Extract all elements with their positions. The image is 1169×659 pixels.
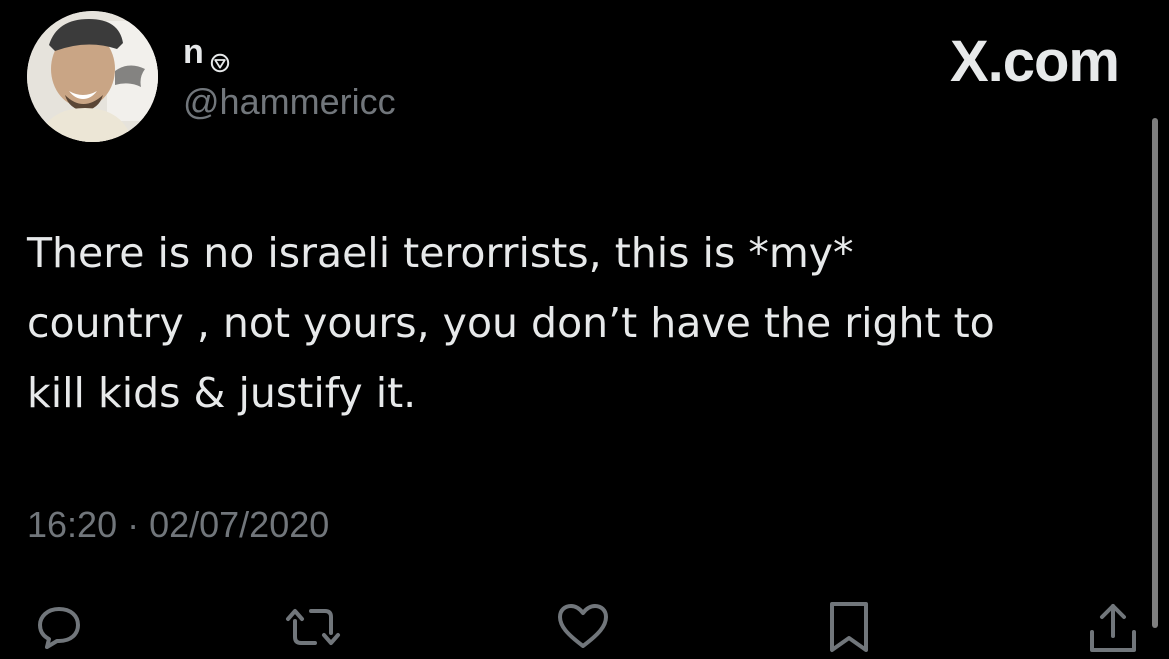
share-button[interactable] <box>1085 598 1141 656</box>
repost-button[interactable] <box>285 598 341 656</box>
tweet-date: 02/07/2020 <box>149 504 330 545</box>
brand-logo-text: X.com <box>949 29 1120 94</box>
scrollbar[interactable] <box>1152 118 1158 628</box>
display-name-text: n <box>183 33 204 71</box>
repost-icon <box>286 609 340 645</box>
tweet-time: 16:20 <box>27 504 118 545</box>
tweet-line: kill kids & justify it. <box>27 369 417 417</box>
triangle-circle-icon <box>210 42 230 73</box>
display-name[interactable]: n <box>183 32 230 73</box>
reply-icon <box>38 607 80 649</box>
bookmark-icon <box>830 602 868 652</box>
heart-icon <box>558 604 608 648</box>
share-icon <box>1090 604 1136 652</box>
tweet-action-bar <box>0 598 1169 656</box>
tweet-timestamp[interactable]: 16:20 · 02/07/2020 <box>27 502 329 548</box>
tweet-line: There is no israeli terorrists, this is … <box>27 229 854 277</box>
tweet-line: country , not yours, you don’t have the … <box>27 299 995 347</box>
bookmark-button[interactable] <box>821 598 877 656</box>
avatar-photo <box>27 11 158 142</box>
user-handle[interactable]: @hammericc <box>183 80 396 124</box>
like-button[interactable] <box>555 598 611 656</box>
meta-separator: · <box>127 504 140 545</box>
avatar[interactable] <box>27 11 158 142</box>
tweet-text: There is no israeli terorrists, this is … <box>27 218 1117 428</box>
reply-button[interactable] <box>31 598 87 656</box>
